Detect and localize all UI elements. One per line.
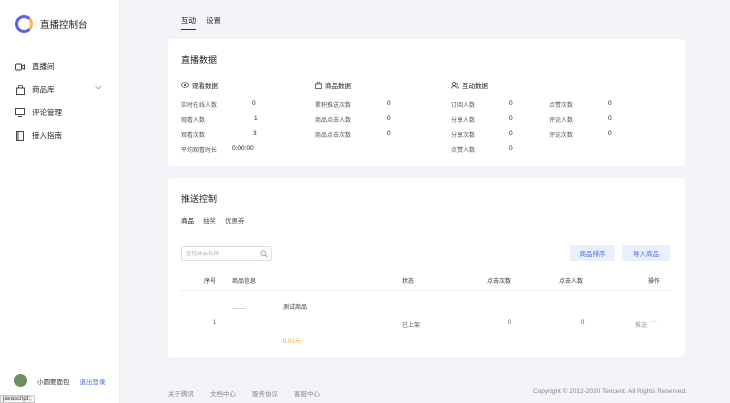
stat-label: 商品点击人数 (315, 118, 352, 124)
stat-label: 点赞次数 (549, 103, 574, 109)
sidebar: 直播控制台 直播间 商品库 评论管理 接入指南 小圆要面包 退出登录 (0, 0, 120, 403)
import-goods-button[interactable]: 导入商品 (622, 245, 670, 261)
more-icon[interactable]: ··· (651, 319, 657, 325)
sidebar-item-label: 商品库 (32, 85, 55, 94)
status-bar-tooltip: javascript:; (0, 395, 35, 403)
book-icon (15, 130, 25, 141)
watch-data-label: 观看数据 (192, 83, 218, 90)
sidebar-item-live-room[interactable]: 直播间 (0, 55, 120, 78)
goods-thumbnail: — — (232, 306, 246, 312)
tab-coupon[interactable]: 优惠券 (225, 215, 245, 227)
eye-icon (181, 82, 189, 88)
push-action-link[interactable]: 推送 (635, 320, 647, 329)
tab-lottery[interactable]: 抽奖 (203, 215, 216, 227)
search-box (181, 246, 272, 261)
stat-value: 0 (608, 100, 612, 107)
goods-status: 已上架 (402, 323, 421, 329)
goods-name[interactable]: 测试商品 (283, 302, 307, 311)
stat-value: 0 (252, 100, 256, 107)
tab-settings[interactable]: 设置 (206, 15, 221, 30)
copyright: Copyright © 2012-2020 Tencent. All Right… (533, 388, 687, 395)
footer-link-terms[interactable]: 服务协议 (252, 388, 278, 398)
column-header-clicks: 点击次数 (487, 279, 512, 285)
stat-label: 累积推送次数 (315, 103, 352, 109)
stat-label: 平均观看时长 (181, 148, 218, 154)
sidebar-item-label: 评论管理 (32, 108, 62, 117)
user-info: 小圆要面包 退出登录 (14, 374, 106, 387)
stat-label: 分享次数 (451, 133, 476, 139)
sidebar-item-product-library[interactable]: 商品库 (0, 78, 120, 101)
app-title: 直播控制台 (40, 20, 88, 31)
footer-link-support[interactable]: 客服中心 (294, 388, 320, 398)
stat-value: 0:00:00 (232, 145, 254, 152)
stat-label: 商品点击次数 (315, 133, 352, 139)
stat-value: 0 (509, 115, 513, 122)
push-tabs: 商品 抽奖 优惠券 (181, 215, 254, 227)
sort-goods-button[interactable]: 商品排序 (570, 245, 615, 261)
sidebar-nav: 直播间 商品库 评论管理 接入指南 (0, 55, 120, 147)
stat-value: 0 (608, 130, 612, 137)
column-header-goods-info: 商品信息 (232, 279, 257, 285)
stat-value: 0 (509, 145, 513, 152)
video-icon (15, 62, 25, 72)
stat-label: 观看人数 (181, 118, 206, 124)
stat-value: 0 (608, 115, 612, 122)
push-control-card: 推送控制 商品 抽奖 优惠券 商品排序 导入商品 序号 商品信息 状态 点击次数… (168, 178, 685, 357)
stat-value: 0 (509, 100, 513, 107)
bag-icon (315, 81, 322, 89)
goods-data-header: 商品数据 (315, 80, 351, 90)
search-icon[interactable] (260, 250, 268, 260)
stat-label: 评论次数 (549, 133, 574, 139)
column-header-status: 状态 (402, 279, 415, 285)
stat-label: 分享人数 (451, 118, 476, 124)
user-group-icon (451, 81, 459, 89)
live-data-title: 直播数据 (181, 55, 218, 65)
stat-value: 0 (387, 130, 391, 137)
bag-icon (15, 84, 25, 95)
tab-goods[interactable]: 商品 (181, 215, 194, 227)
stat-value: 0 (509, 130, 513, 137)
stat-label: 观看次数 (181, 133, 206, 139)
monitor-icon (15, 108, 25, 118)
goods-data-label: 商品数据 (325, 83, 351, 90)
sidebar-item-label: 接入指南 (32, 131, 62, 140)
watch-data-header: 观看数据 (181, 80, 218, 90)
footer-link-about[interactable]: 关于腾讯 (168, 388, 194, 398)
stat-label: 实时在线人数 (181, 103, 218, 109)
user-name: 小圆要面包 (37, 378, 70, 386)
logo-icon (15, 15, 33, 33)
footer-link-docs[interactable]: 文档中心 (210, 388, 236, 398)
chevron-down-icon[interactable] (95, 85, 102, 92)
avatar[interactable] (14, 374, 27, 387)
search-input[interactable] (186, 250, 256, 257)
sidebar-item-comment-management[interactable]: 评论管理 (0, 101, 120, 124)
stat-value: 0 (387, 100, 391, 107)
live-data-card: 直播数据 观看数据 实时在线人数 0 观看人数 1 观看次数 3 平均观看时长 … (168, 39, 685, 166)
goods-clicks: 0 (508, 320, 512, 326)
tab-interaction[interactable]: 互动 (181, 15, 196, 30)
logout-link[interactable]: 退出登录 (80, 376, 106, 386)
stat-value: 1 (254, 115, 258, 122)
sidebar-item-label: 直播间 (32, 62, 55, 71)
sidebar-item-access-guide[interactable]: 接入指南 (0, 124, 120, 147)
push-control-title: 推送控制 (181, 194, 218, 204)
column-header-clickers: 点击人数 (559, 279, 584, 285)
stat-label: 订阅人数 (451, 103, 476, 109)
stat-label: 点赞人数 (451, 148, 476, 154)
stat-value: 3 (253, 130, 257, 137)
row-index: 1 (213, 320, 217, 326)
interact-data-header: 互动数据 (451, 80, 488, 90)
table-divider (181, 290, 672, 291)
goods-price: 0.01元 (283, 339, 301, 345)
top-tabs: 互动 设置 (181, 15, 231, 30)
column-header-index: 序号 (204, 279, 217, 285)
stat-value: 0 (387, 115, 391, 122)
column-header-actions: 操作 (648, 279, 661, 285)
app-logo[interactable]: 直播控制台 (15, 15, 88, 33)
stat-label: 评论人数 (549, 118, 574, 124)
goods-clickers: 0 (581, 320, 585, 326)
interact-data-label: 互动数据 (462, 83, 488, 90)
